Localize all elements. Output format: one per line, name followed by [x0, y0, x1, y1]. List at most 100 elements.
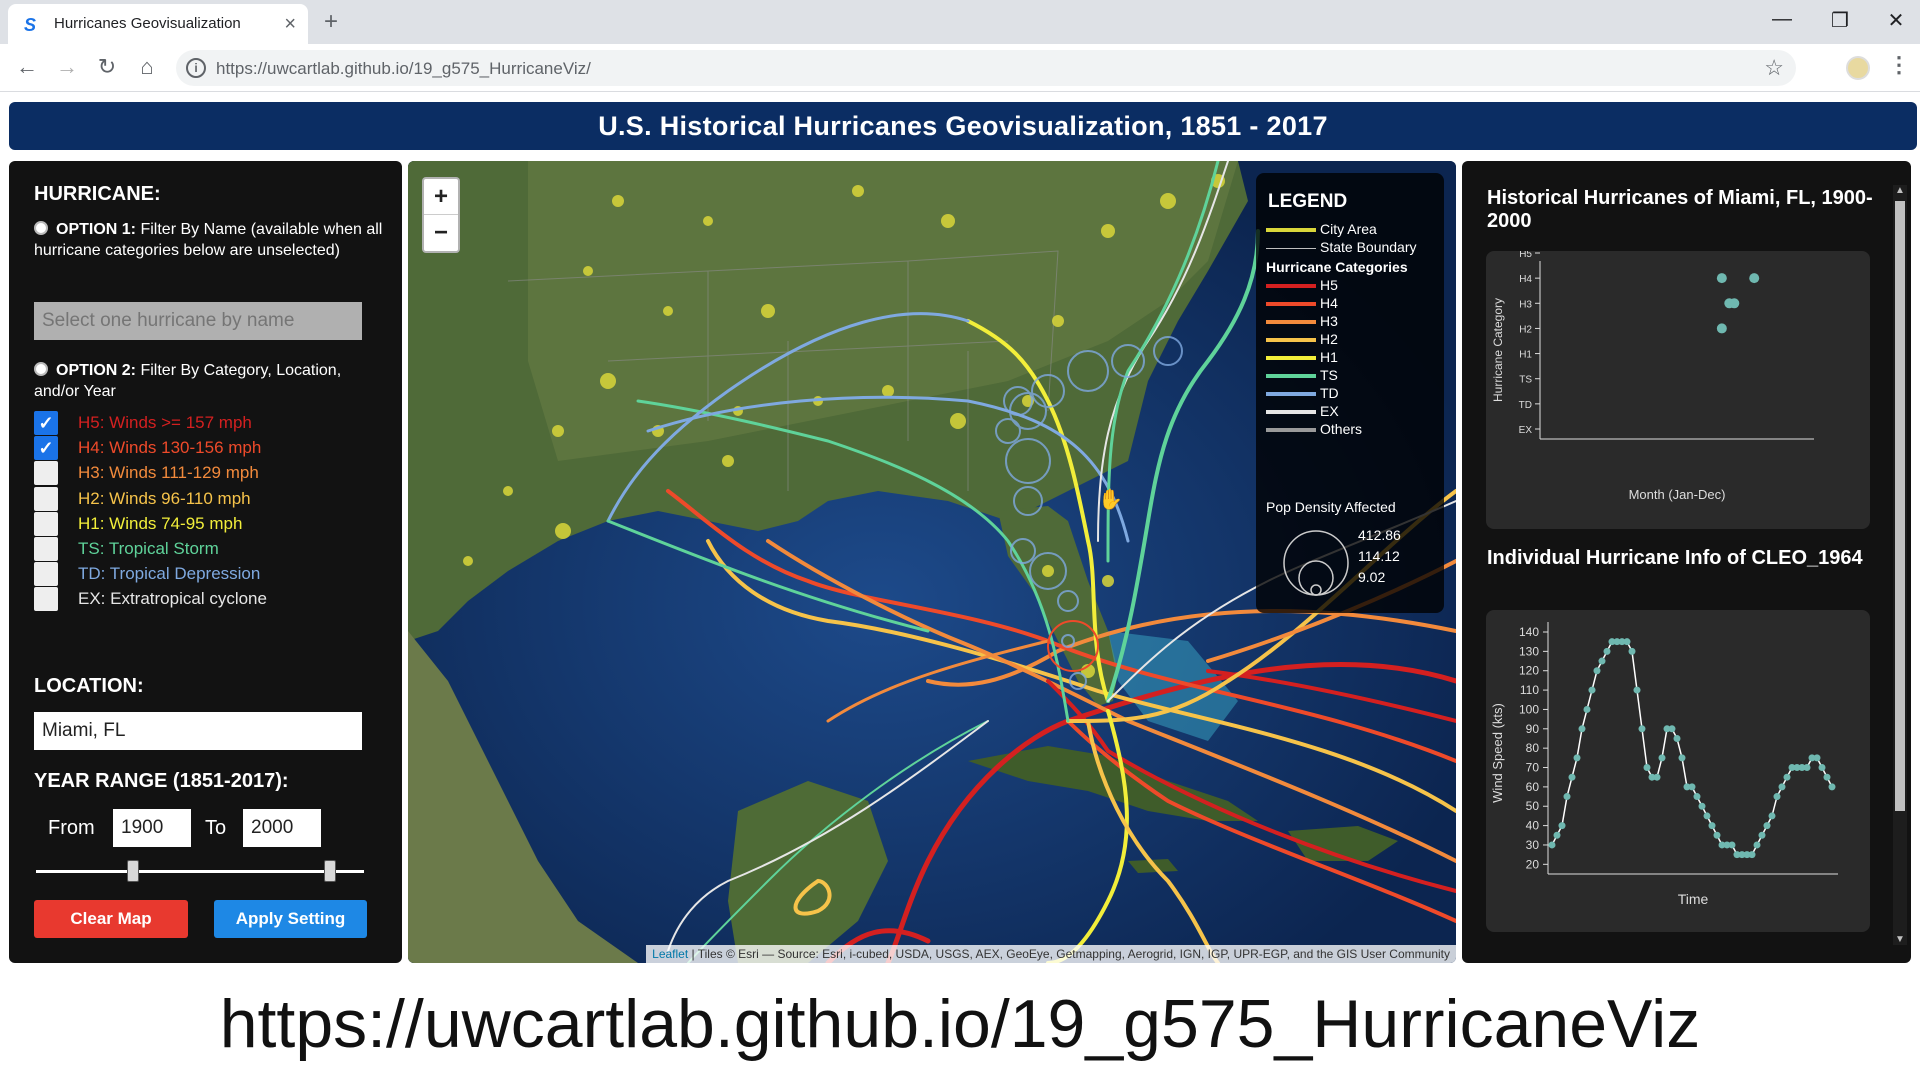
- category-checkbox[interactable]: [34, 587, 58, 612]
- to-year-input[interactable]: [243, 809, 321, 847]
- url-text[interactable]: https://uwcartlab.github.io/19_g575_Hurr…: [216, 59, 591, 79]
- from-year-input[interactable]: [113, 809, 191, 847]
- pop-value-small: 9.02: [1358, 569, 1386, 585]
- wind-speed-point: [1658, 754, 1666, 762]
- grab-cursor-icon: ✋: [1098, 489, 1123, 511]
- profile-avatar[interactable]: [1846, 56, 1870, 80]
- category-scatter-card: EX TD TS H1 H2 H3 H4 H5 Month (Jan-Dec) Hurricane…: [1486, 251, 1870, 529]
- category-checkbox[interactable]: [34, 511, 58, 536]
- line-y-tick-label: 40: [1526, 819, 1540, 833]
- home-icon[interactable]: ⌂: [132, 54, 162, 80]
- scatter-y-tick-label: H3: [1519, 299, 1532, 310]
- address-bar[interactable]: i https://uwcartlab.github.io/19_g575_Hu…: [176, 50, 1796, 86]
- hurricane-name-input[interactable]: [34, 302, 362, 340]
- app-title-bar: U.S. Historical Hurricanes Geovisualizat…: [9, 102, 1917, 150]
- scatter-y-tick-label: H1: [1519, 350, 1532, 361]
- minimize-icon[interactable]: —: [1762, 8, 1802, 31]
- wind-speed-point: [1713, 831, 1721, 839]
- legend-pop-heading: Pop Density Affected: [1266, 499, 1396, 515]
- wind-speed-point: [1783, 773, 1791, 781]
- hurricane-map[interactable]: + − LEGEND City Area State Boundary Hurr…: [408, 161, 1456, 963]
- wind-speed-point: [1653, 773, 1661, 781]
- browser-toolbar: ← → ↻ ⌂ i https://uwcartlab.github.io/19…: [0, 44, 1920, 92]
- browser-menu-icon[interactable]: ⋮: [1888, 52, 1910, 78]
- legend-swatch: [1266, 374, 1316, 378]
- scatter-y-tick-label: TD: [1519, 400, 1532, 411]
- line-x-axis-label: Time: [1678, 891, 1709, 907]
- bookmark-star-icon[interactable]: ☆: [1764, 55, 1784, 81]
- reload-icon[interactable]: ↻: [92, 54, 122, 80]
- panel-scrollbar[interactable]: ▲ ▼: [1893, 185, 1907, 945]
- scatter-y-tick-label: H4: [1519, 274, 1532, 285]
- option1-radio[interactable]: [34, 221, 48, 235]
- filter-panel: HURRICANE: OPTION 1: Filter By Name (ava…: [9, 161, 402, 963]
- zoom-in-button[interactable]: +: [424, 179, 458, 215]
- wind-speed-point: [1548, 841, 1556, 849]
- scatter-y-tick-label: H2: [1519, 324, 1532, 335]
- wind-speed-point: [1568, 773, 1576, 781]
- zoom-out-button[interactable]: −: [424, 215, 458, 251]
- url-caption: https://uwcartlab.github.io/19_g575_Hurr…: [219, 986, 1701, 1062]
- category-checkbox[interactable]: [34, 486, 58, 511]
- location-input[interactable]: [34, 712, 362, 750]
- new-tab-icon[interactable]: +: [324, 8, 338, 36]
- line-y-tick-label: 20: [1526, 857, 1540, 871]
- forward-icon[interactable]: →: [52, 54, 82, 80]
- wind-speed-point: [1583, 705, 1591, 713]
- category-checkbox[interactable]: [34, 537, 58, 561]
- wind-speed-point: [1578, 725, 1586, 733]
- category-checkbox-checked[interactable]: ✓: [34, 436, 58, 461]
- wind-speed-point: [1673, 734, 1681, 742]
- wind-speed-point: [1678, 754, 1686, 762]
- clear-map-button[interactable]: Clear Map: [34, 900, 188, 938]
- line-y-tick-label: 60: [1526, 780, 1540, 794]
- back-icon[interactable]: ←: [12, 54, 42, 80]
- line-y-tick-label: 140: [1519, 625, 1539, 639]
- browser-tab[interactable]: S Hurricanes Geovisualization ×: [8, 4, 308, 44]
- option2-radio[interactable]: [34, 362, 48, 376]
- category-scatter-chart: EX TD TS H1 H2 H3 H4 H5 Month (Jan-Dec) Hurricane…: [1491, 251, 1814, 502]
- year-to-handle[interactable]: [324, 860, 337, 882]
- legend-swatch: [1266, 428, 1316, 432]
- maximize-icon[interactable]: ❐: [1820, 8, 1860, 33]
- wind-speed-point: [1603, 647, 1611, 655]
- category-label: H5: Winds >= 157 mph: [78, 413, 252, 432]
- scatter-y-tick-label: H5: [1519, 251, 1532, 260]
- scroll-down-icon[interactable]: ▼: [1893, 934, 1907, 945]
- wind-speed-point: [1563, 793, 1571, 801]
- site-info-icon[interactable]: i: [186, 58, 206, 78]
- from-label: From: [48, 817, 95, 839]
- legend-swatch: [1266, 320, 1316, 324]
- option2-label: OPTION 2:: [56, 362, 137, 379]
- line-y-tick-label: 70: [1526, 761, 1540, 775]
- line-y-tick-label: 80: [1526, 741, 1540, 755]
- scroll-up-icon[interactable]: ▲: [1893, 185, 1907, 196]
- to-label: To: [205, 817, 227, 839]
- legend-item-label: TS: [1320, 367, 1338, 383]
- scroll-thumb[interactable]: [1895, 201, 1905, 811]
- apply-setting-button[interactable]: Apply Setting: [214, 900, 367, 938]
- line-y-tick-label: 50: [1526, 799, 1540, 813]
- category-checkbox-checked[interactable]: ✓: [34, 411, 58, 435]
- legend-item-label: EX: [1320, 403, 1339, 419]
- tab-title: Hurricanes Geovisualization: [54, 15, 241, 32]
- wind-speed-point: [1693, 793, 1701, 801]
- close-tab-icon[interactable]: ×: [284, 13, 296, 36]
- year-from-handle[interactable]: [126, 860, 139, 882]
- category-checkbox[interactable]: [34, 461, 58, 486]
- window-close-icon[interactable]: ✕: [1876, 8, 1916, 33]
- map-legend: LEGEND City Area State Boundary Hurrican…: [1256, 173, 1444, 613]
- location-heading: LOCATION:: [34, 675, 144, 697]
- legend-swatch: [1266, 284, 1316, 288]
- map-attribution: Leaflet | Tiles © Esri — Source: Esri, i…: [646, 945, 1456, 963]
- category-label: H3: Winds 111-129 mph: [78, 463, 259, 483]
- wind-speed-point: [1593, 667, 1601, 675]
- category-checkbox[interactable]: [34, 562, 58, 587]
- legend-title: LEGEND: [1268, 191, 1348, 212]
- browser-tab-strip: S Hurricanes Geovisualization × + — ❐ ✕: [0, 0, 1920, 44]
- leaflet-link[interactable]: Leaflet: [652, 947, 688, 961]
- scatter-y-tick-label: TS: [1519, 375, 1532, 386]
- year-range-slider[interactable]: [36, 870, 364, 873]
- legend-city-area-label: City Area: [1320, 221, 1377, 237]
- wind-speed-point: [1638, 725, 1646, 733]
